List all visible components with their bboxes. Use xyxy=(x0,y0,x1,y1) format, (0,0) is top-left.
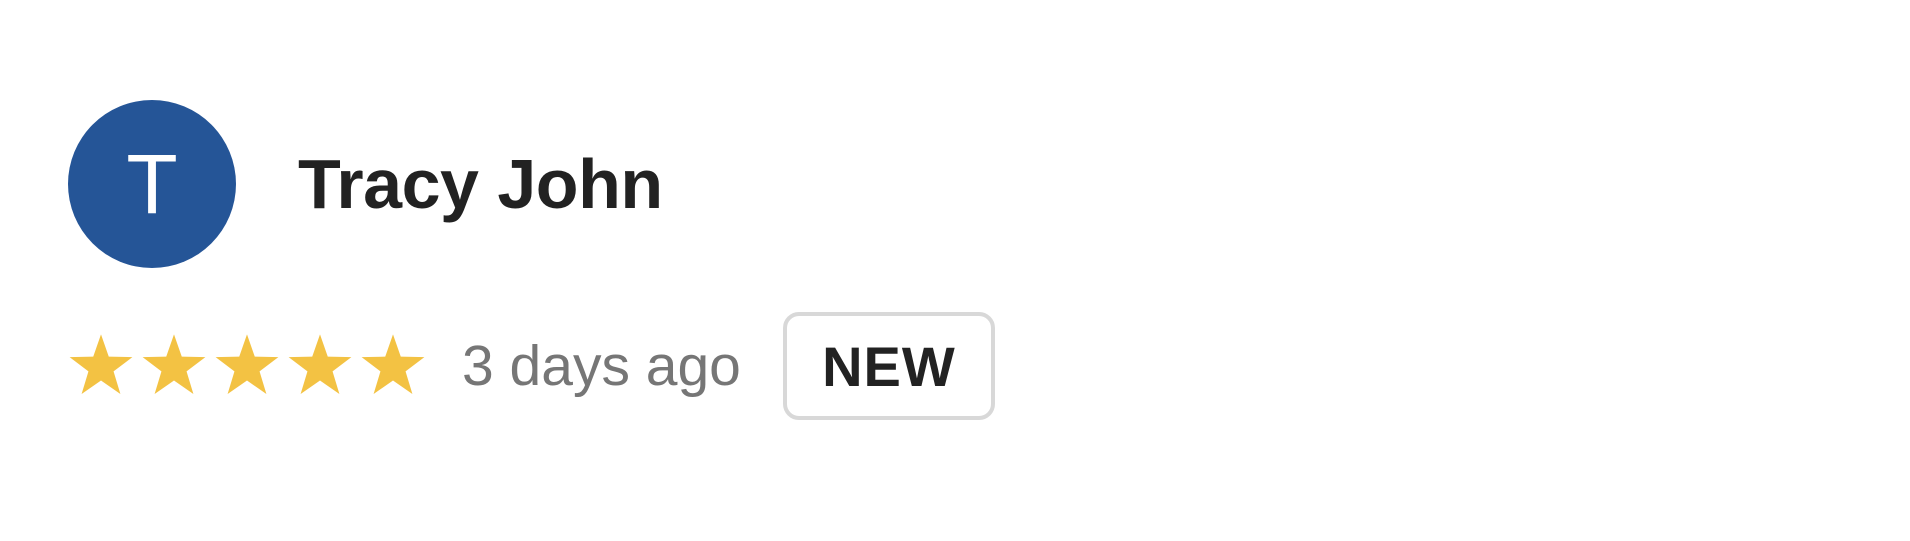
avatar-initial: T xyxy=(126,137,178,231)
review-card: T Tracy John 3 days ago NEW xyxy=(68,100,995,422)
review-header: T Tracy John xyxy=(68,100,995,268)
avatar: T xyxy=(68,100,236,268)
star-icon xyxy=(142,334,206,395)
star-rating xyxy=(68,333,426,399)
review-meta: 3 days ago NEW xyxy=(68,310,995,422)
star-icon xyxy=(69,334,133,395)
star-icon xyxy=(361,334,425,395)
review-time: 3 days ago xyxy=(462,333,741,398)
new-badge: NEW xyxy=(782,312,995,420)
reviewer-name: Tracy John xyxy=(298,145,663,223)
star-icon xyxy=(215,334,279,395)
star-icon xyxy=(288,334,352,395)
